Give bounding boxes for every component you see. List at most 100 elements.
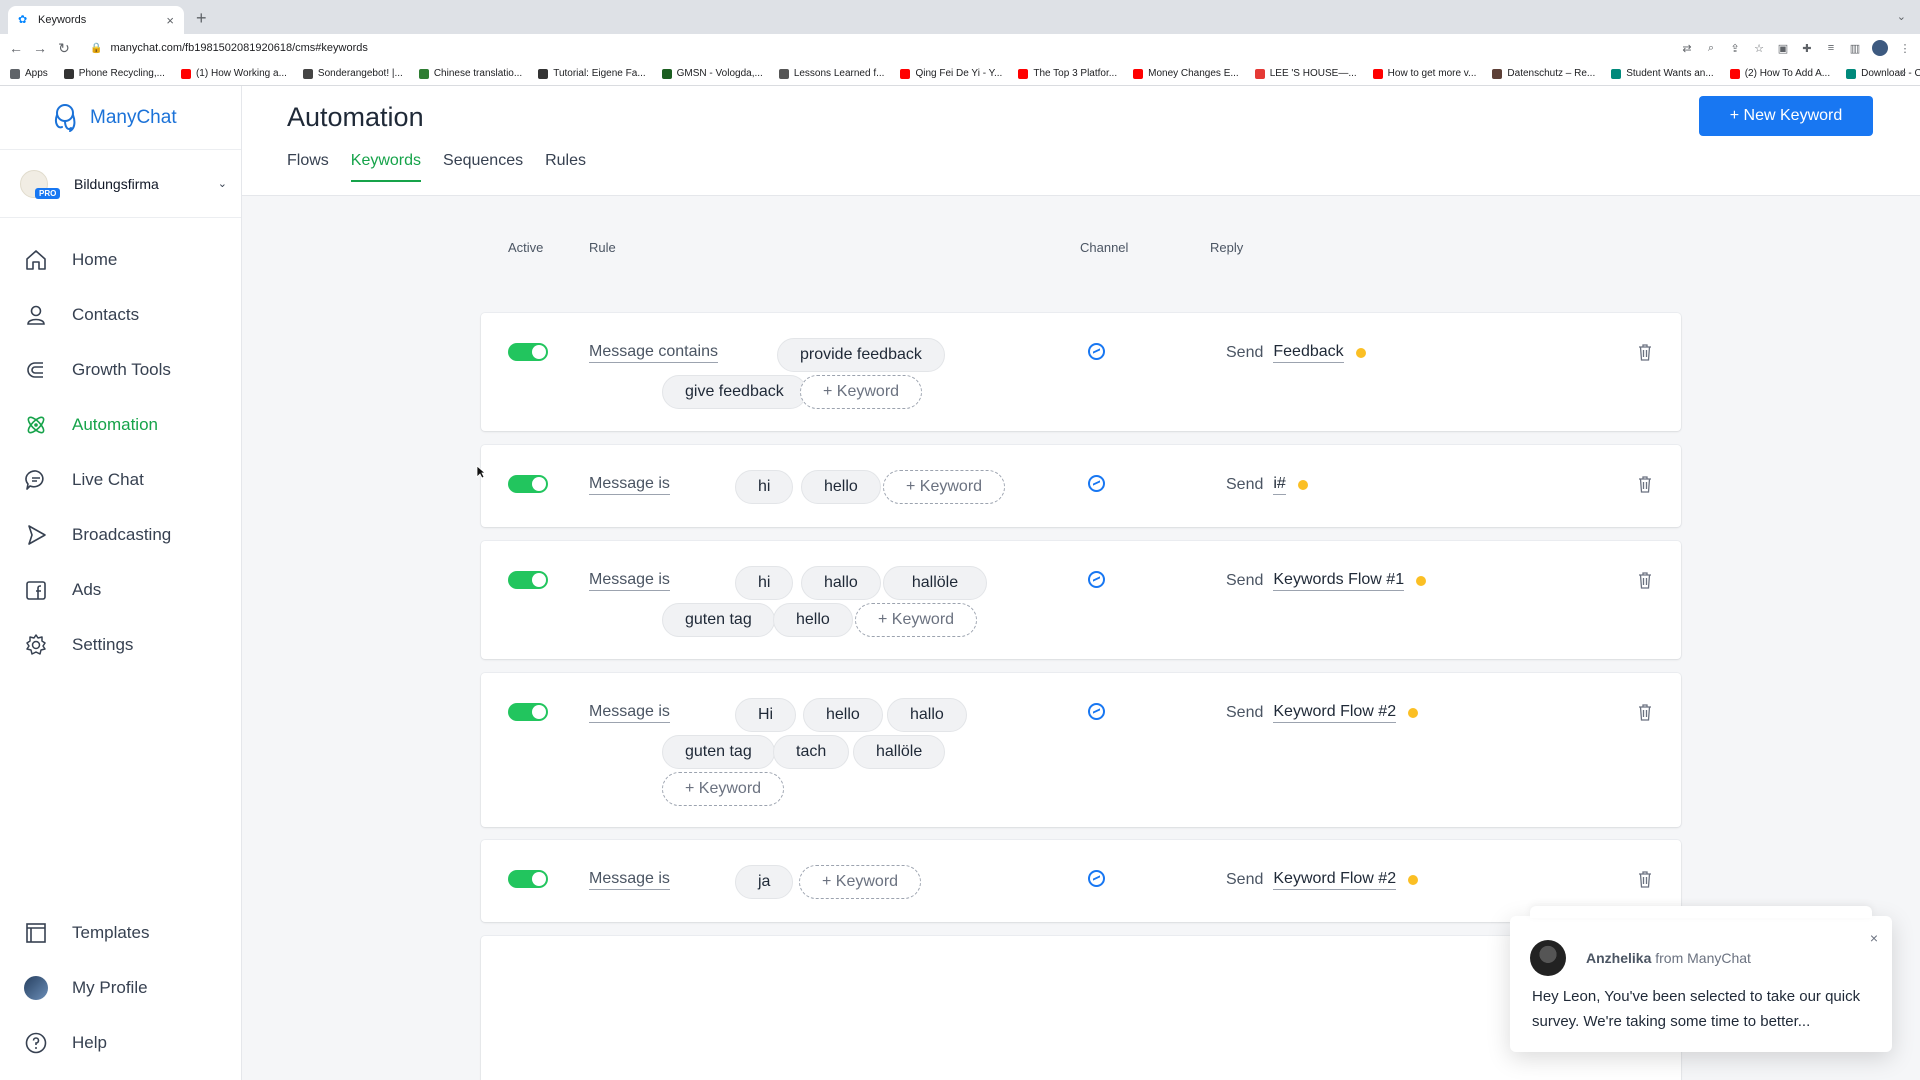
reply-flow-link[interactable]: Keywords Flow #1 (1273, 571, 1405, 591)
bookmark-item[interactable]: Lessons Learned f... (778, 68, 884, 79)
sidebar-item-home[interactable]: Home (0, 232, 241, 287)
puzzle-icon[interactable]: ✚ (1800, 42, 1814, 55)
trash-icon[interactable] (1637, 703, 1653, 721)
sidebar-item-label: Help (72, 1032, 107, 1052)
keyword-chip[interactable]: guten tag (662, 603, 775, 637)
keyword-chip[interactable]: ja (735, 865, 794, 899)
trash-icon[interactable] (1637, 475, 1653, 493)
browser-tab[interactable]: ✿ Keywords × (8, 6, 184, 34)
keyword-chip[interactable]: hello (773, 603, 853, 637)
bookmark-item[interactable]: Phone Recycling,... (63, 68, 165, 79)
more-bookmarks-icon[interactable]: » (1900, 67, 1906, 79)
keyword-chip[interactable]: hallöle (853, 735, 946, 769)
active-toggle[interactable] (508, 475, 548, 493)
bookmark-item[interactable]: GMSN - Vologda,... (661, 68, 763, 79)
bookmark-item[interactable]: (1) How Working a... (180, 68, 287, 79)
add-keyword-button[interactable]: + Keyword (883, 470, 1006, 504)
forward-icon[interactable]: → (28, 40, 52, 56)
add-keyword-button[interactable]: + Keyword (855, 603, 978, 637)
reply-flow-link[interactable]: Keyword Flow #2 (1273, 703, 1397, 723)
sidebar-item-ads[interactable]: Ads (0, 562, 241, 617)
survey-chat-popup[interactable]: × Anzhelika from ManyChat Hey Leon, You'… (1510, 906, 1892, 1052)
address-bar[interactable]: 🔒 manychat.com/fb198150208192061​8/cms#k… (90, 42, 368, 54)
zoom-icon[interactable]: ⌕ (1704, 42, 1718, 55)
sidepanel-icon[interactable]: ▥ (1848, 42, 1862, 55)
rule-condition-dropdown[interactable]: Message is (589, 703, 670, 723)
tab-search-chevron-icon[interactable]: ⌄ (1897, 10, 1906, 23)
sidebar-item-live-chat[interactable]: Live Chat (0, 452, 241, 507)
bookmark-item[interactable]: Student Wants an... (1611, 68, 1714, 79)
tab-keywords[interactable]: Keywords (350, 152, 422, 182)
bookmark-item[interactable]: Apps (10, 68, 48, 79)
add-keyword-button[interactable]: + Keyword (800, 375, 923, 409)
close-tab-icon[interactable]: × (166, 13, 174, 28)
close-icon[interactable]: × (1870, 930, 1878, 946)
rule-condition-dropdown[interactable]: Message is (589, 571, 670, 591)
keyword-chip[interactable]: Hi (735, 698, 797, 732)
brand-logo[interactable]: ManyChat (0, 86, 241, 150)
trash-icon[interactable] (1637, 343, 1653, 361)
keyword-chip[interactable]: provide feedback (777, 338, 945, 372)
keyword-chip[interactable]: hi (735, 470, 794, 504)
keyword-chip[interactable]: hi (735, 566, 794, 600)
active-toggle[interactable] (508, 870, 548, 888)
tab-flows[interactable]: Flows (287, 152, 329, 182)
active-toggle[interactable] (508, 703, 548, 721)
bookmark-item[interactable]: The Top 3 Platfor... (1018, 68, 1117, 79)
reply-flow-link[interactable]: Feedback (1273, 343, 1344, 363)
bookmark-item[interactable]: Tutorial: Eigene Fa... (538, 68, 646, 79)
account-switcher[interactable]: PRO Bildungsfirma ⌄ (0, 150, 241, 218)
rule-condition-dropdown[interactable]: Message contains (589, 343, 718, 363)
bookmark-item[interactable]: Money Changes E... (1133, 68, 1239, 79)
keyword-chip[interactable]: give feedback (662, 375, 807, 409)
reading-list-icon[interactable]: ≡ (1824, 42, 1838, 54)
menu-icon[interactable]: ⋮ (1898, 42, 1912, 55)
column-header-rule: Rule (589, 240, 616, 255)
new-keyword-button[interactable]: + New Keyword (1699, 96, 1873, 136)
keyword-chip[interactable]: hallo (887, 698, 967, 732)
sidebar-item-growth-tools[interactable]: Growth Tools (0, 342, 241, 397)
sidebar-item-templates[interactable]: Templates (0, 905, 241, 960)
bookmark-item[interactable]: How to get more v... (1372, 68, 1476, 79)
active-toggle[interactable] (508, 343, 548, 361)
share-icon[interactable]: ⇪ (1728, 42, 1742, 55)
rule-condition-dropdown[interactable]: Message is (589, 870, 670, 890)
column-header-reply: Reply (1210, 240, 1244, 255)
add-keyword-button[interactable]: + Keyword (662, 772, 785, 806)
keyword-chip[interactable]: tach (773, 735, 850, 769)
active-toggle[interactable] (508, 571, 548, 589)
bookmark-item[interactable]: Datenschutz – Re... (1492, 68, 1595, 79)
sidebar-item-broadcasting[interactable]: Broadcasting (0, 507, 241, 562)
sidebar-item-contacts[interactable]: Contacts (0, 287, 241, 342)
bookmark-item[interactable]: LEE 'S HOUSE—... (1254, 68, 1357, 79)
translate-icon[interactable]: ⇄ (1680, 42, 1694, 55)
keyword-chip[interactable]: hallöle (883, 566, 987, 600)
bookmark-item[interactable]: Chinese translatio... (418, 68, 522, 79)
facebook-ext-icon[interactable]: ▣ (1776, 42, 1790, 55)
tab-sequences[interactable]: Sequences (443, 152, 523, 182)
bookmark-item[interactable]: Qing Fei De Yi - Y... (900, 68, 1002, 79)
trash-icon[interactable] (1637, 870, 1653, 888)
bookmark-item[interactable]: (2) How To Add A... (1729, 68, 1830, 79)
trash-icon[interactable] (1637, 571, 1653, 589)
sidebar-item-automation[interactable]: Automation (0, 397, 241, 452)
new-tab-icon[interactable]: + (196, 8, 207, 29)
keyword-chip[interactable]: hello (801, 470, 881, 504)
keyword-chip[interactable]: guten tag (662, 735, 775, 769)
star-icon[interactable]: ☆ (1752, 42, 1766, 55)
keyword-chip[interactable]: hallo (801, 566, 881, 600)
back-icon[interactable]: ← (4, 40, 28, 56)
profile-avatar[interactable] (1872, 40, 1888, 56)
tab-rules[interactable]: Rules (545, 152, 586, 182)
reply-flow-link[interactable]: i# (1273, 475, 1286, 495)
reload-icon[interactable]: ↻ (52, 40, 76, 57)
add-keyword-button[interactable]: + Keyword (799, 865, 922, 899)
keyword-chip[interactable]: hello (803, 698, 883, 732)
bookmark-item[interactable]: Download - Cooki... (1846, 68, 1920, 79)
sidebar-item-my-profile[interactable]: My Profile (0, 960, 241, 1015)
sidebar-item-help[interactable]: Help (0, 1015, 241, 1070)
reply-flow-link[interactable]: Keyword Flow #2 (1273, 870, 1397, 890)
bookmark-item[interactable]: Sonderangebot! |... (302, 68, 403, 79)
sidebar-item-settings[interactable]: Settings (0, 617, 241, 672)
rule-condition-dropdown[interactable]: Message is (589, 475, 670, 495)
